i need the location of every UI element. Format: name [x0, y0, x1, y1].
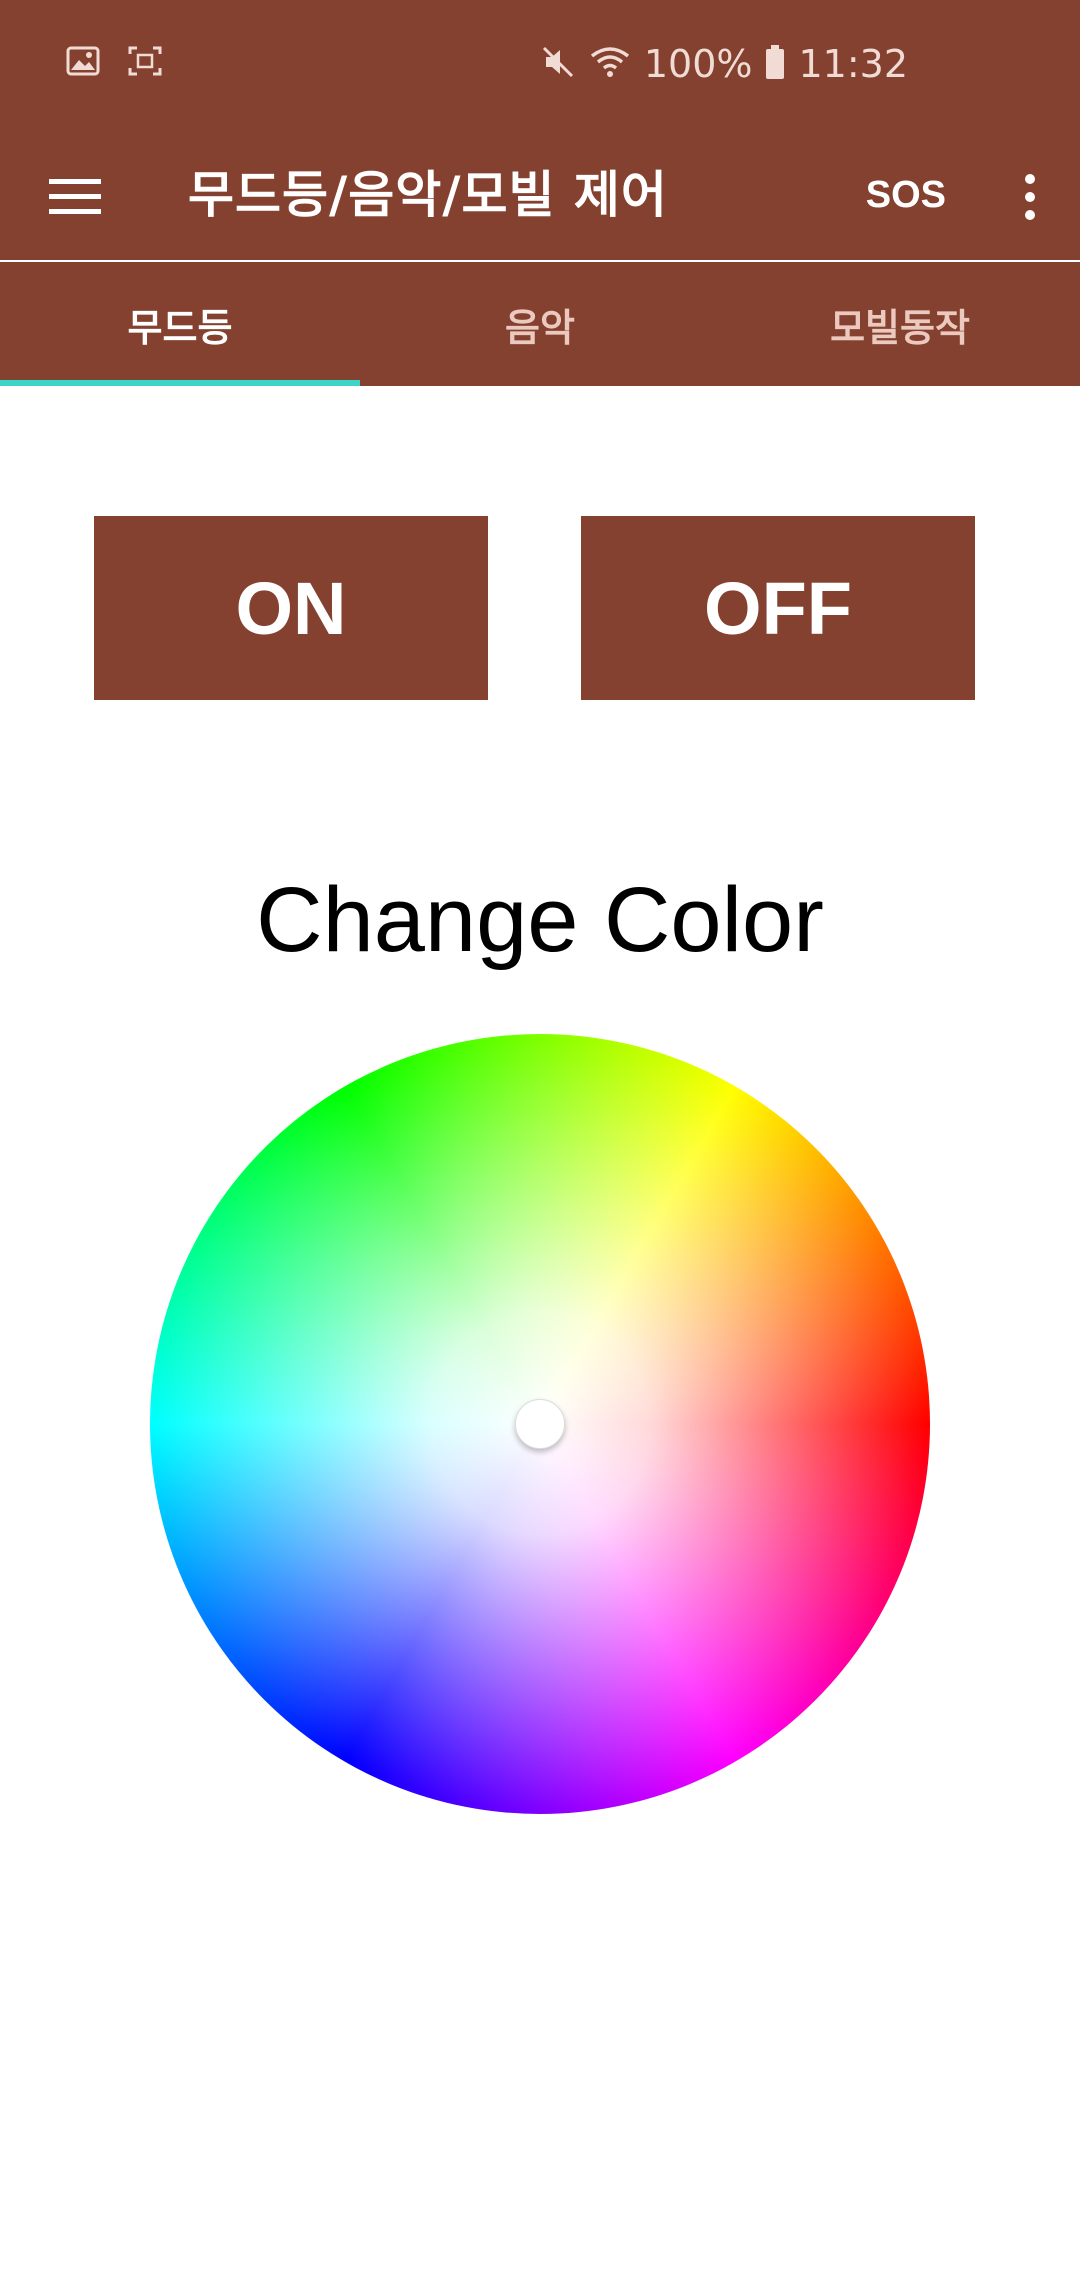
screenshot-icon [128, 46, 162, 80]
hamburger-menu-icon [49, 179, 101, 214]
status-left-icons [66, 46, 162, 80]
sos-button[interactable]: SOS [866, 154, 946, 236]
status-bar: 100% 11:32 [0, 0, 1080, 132]
tab-mood-light[interactable]: 무드등 [0, 262, 360, 386]
change-color-title: Change Color [256, 869, 824, 971]
color-picker-knob[interactable] [515, 1399, 565, 1449]
wifi-icon [588, 44, 632, 84]
tab-indicator [0, 380, 360, 386]
status-time: 11:32 [798, 42, 908, 86]
menu-button[interactable] [40, 162, 110, 232]
battery-icon [764, 44, 786, 84]
more-vert-icon [1025, 174, 1035, 220]
tab-music[interactable]: 음악 [360, 262, 720, 386]
image-icon [66, 46, 100, 80]
tab-label: 음악 [505, 305, 575, 350]
on-button[interactable]: ON [94, 516, 488, 700]
tab-mobile-action[interactable]: 모빌동작 [720, 262, 1080, 386]
page-title: 무드등/음악/모빌 제어 [188, 166, 668, 224]
tab-label: 모빌동작 [830, 305, 970, 350]
color-wheel-container [150, 1034, 930, 1814]
tab-bar: 무드등 음악 모빌동작 [0, 262, 1080, 386]
app-bar: 무드등/음악/모빌 제어 SOS [0, 132, 1080, 260]
battery-percent: 100% [643, 42, 753, 86]
off-button[interactable]: OFF [581, 516, 975, 700]
status-right: 100% 11:32 [540, 42, 908, 86]
more-options-button[interactable] [1000, 162, 1060, 232]
tab-label: 무드등 [127, 305, 233, 350]
mute-icon [540, 44, 576, 84]
